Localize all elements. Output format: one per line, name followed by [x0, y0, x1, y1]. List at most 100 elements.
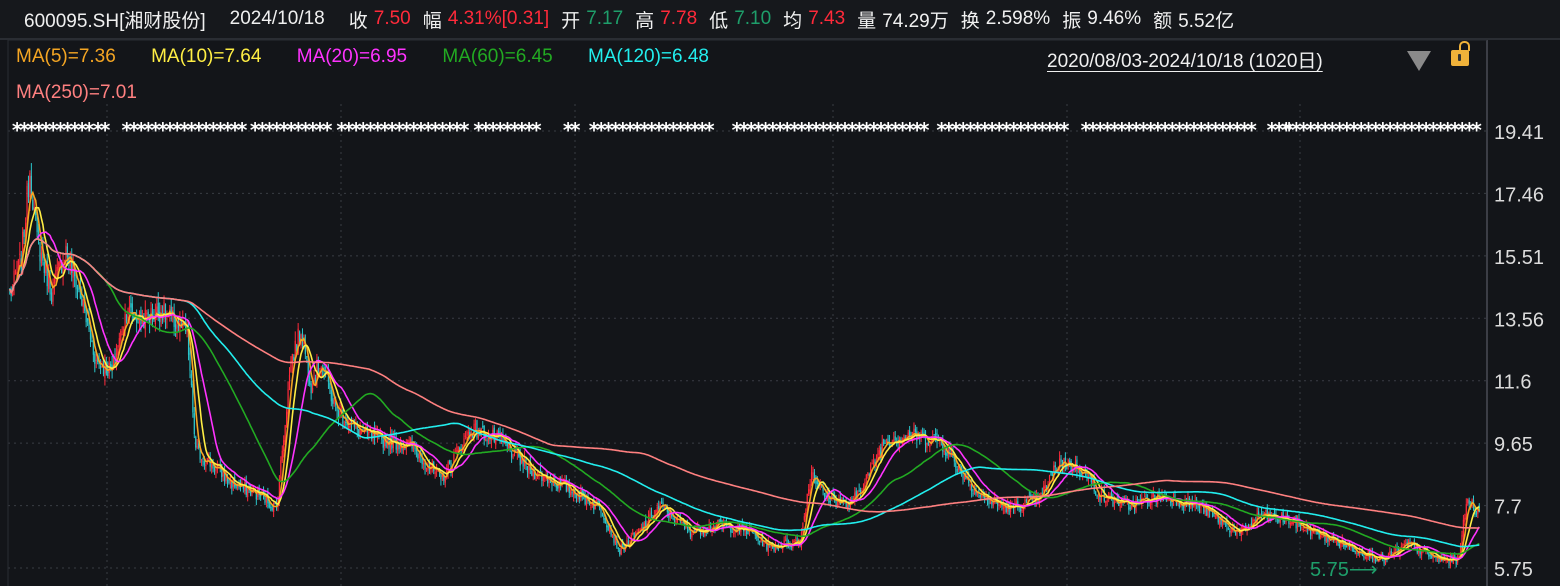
candle-body — [196, 446, 198, 448]
candle-body — [689, 531, 692, 537]
unlock-icon[interactable] — [1451, 41, 1470, 66]
event-marker[interactable]: * — [1059, 118, 1070, 142]
candle-body — [1467, 499, 1469, 504]
candle-body — [914, 428, 916, 432]
candle-body — [500, 438, 503, 440]
candle-body — [474, 423, 477, 425]
candle-body — [192, 384, 194, 413]
candle-body — [286, 411, 288, 428]
candle-body — [498, 431, 500, 433]
candle-body — [1197, 505, 1199, 508]
candle-body — [1112, 499, 1114, 506]
candle-body — [467, 431, 469, 436]
candle-body — [675, 521, 677, 523]
candle-body — [1265, 510, 1267, 512]
candle-body — [1402, 544, 1404, 546]
dropdown-triangle-icon[interactable] — [1407, 51, 1431, 71]
candle-body — [1278, 519, 1280, 522]
event-marker[interactable]: * — [1246, 118, 1257, 142]
candle-body — [476, 420, 478, 438]
candle-body — [785, 539, 787, 542]
candle-body — [82, 299, 84, 308]
candle-body — [923, 432, 925, 434]
candle-body — [613, 535, 615, 543]
candle-body — [733, 532, 735, 535]
candle-body — [273, 503, 275, 513]
candle-body — [512, 456, 514, 458]
event-marker[interactable]: * — [531, 118, 542, 142]
candle-body — [99, 366, 102, 369]
candle-body — [603, 516, 605, 520]
candle-body — [607, 525, 609, 531]
candle-body — [829, 501, 831, 503]
candle-body — [75, 279, 77, 290]
candle-body — [933, 434, 935, 436]
candle-body — [1109, 494, 1111, 497]
candle-body — [43, 262, 45, 273]
candle-body — [1328, 539, 1330, 542]
candle-body — [459, 447, 461, 450]
candle-body — [1318, 533, 1320, 539]
candle-body — [622, 543, 624, 546]
candle-body — [904, 436, 906, 438]
candle-body — [1177, 502, 1179, 505]
candle-body — [444, 477, 446, 483]
candle-body — [694, 530, 696, 532]
candle-body — [50, 292, 53, 303]
candle-body — [926, 442, 928, 448]
candle-body — [1234, 531, 1237, 536]
candle-body — [368, 431, 370, 435]
candle-body — [27, 183, 30, 198]
candle-body — [795, 539, 797, 542]
candle-body — [330, 389, 332, 402]
date-range-selector[interactable]: 2020/08/03-2024/10/18 (1020日) — [1047, 46, 1323, 73]
candle-body — [477, 433, 480, 439]
candle-body — [486, 440, 488, 442]
event-marker[interactable]: * — [459, 118, 470, 142]
candle-body — [1060, 458, 1062, 463]
candle-body — [649, 513, 651, 516]
candle-body — [125, 315, 128, 322]
candle-body — [309, 375, 311, 385]
candle-body — [812, 473, 814, 475]
candle-body — [120, 331, 122, 341]
candle-body — [606, 525, 608, 528]
candle-body — [956, 468, 958, 473]
y-tick-label: 13.56 — [1494, 309, 1544, 331]
candle-body — [656, 506, 658, 512]
candle-body — [485, 439, 487, 442]
event-marker[interactable]: * — [322, 118, 333, 142]
candle-body — [1080, 473, 1082, 475]
candle-body — [156, 306, 158, 313]
candle-body — [600, 508, 602, 514]
candle-body — [81, 295, 83, 306]
ma-legend: MA(5)=7.36 MA(10)=7.64 MA(20)=6.95 MA(60… — [16, 46, 739, 68]
candle-body — [32, 199, 34, 210]
candle-body — [310, 383, 312, 394]
candle-body — [526, 466, 529, 472]
candle-body — [200, 459, 203, 463]
event-marker[interactable]: * — [100, 118, 111, 142]
legend-ma5: MA(5)=7.36 — [16, 46, 116, 67]
candle-body — [867, 473, 869, 476]
candle-body — [720, 518, 722, 523]
candle-body — [1395, 548, 1397, 551]
candle-body — [823, 493, 826, 497]
candle-body — [673, 519, 676, 523]
event-marker[interactable]: * — [1471, 118, 1482, 142]
candle-body — [979, 494, 981, 498]
candle-body — [1048, 475, 1051, 483]
candle-body — [805, 511, 807, 517]
candle-body — [255, 493, 257, 500]
event-marker[interactable]: * — [237, 118, 248, 142]
candle-body — [945, 452, 947, 456]
candle-body — [1149, 502, 1152, 505]
candlestick-chart[interactable]: 19.41 17.46 15.51 13.56 11.6 9.65 7.7 5.75 5.75⟶… — [0, 0, 1560, 586]
event-marker[interactable]: * — [704, 118, 715, 142]
event-marker[interactable]: * — [570, 118, 581, 142]
event-marker[interactable]: * — [919, 118, 930, 142]
candle-body — [1136, 498, 1139, 500]
candle-body — [118, 338, 120, 348]
candle-body — [1043, 486, 1045, 492]
candle-body — [773, 546, 775, 551]
